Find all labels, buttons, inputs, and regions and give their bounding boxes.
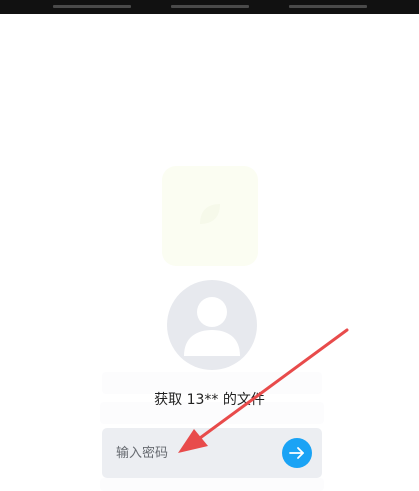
- top-tab-strip: [0, 0, 419, 14]
- password-input[interactable]: [116, 442, 266, 464]
- arrow-right-icon: [289, 447, 304, 459]
- faint-row: [100, 478, 324, 491]
- leaf-icon: [200, 204, 220, 224]
- top-tab-2[interactable]: [171, 5, 249, 8]
- faint-app-tile: [162, 166, 258, 266]
- submit-arrow-button[interactable]: [282, 438, 312, 468]
- password-field-container: [102, 428, 322, 478]
- file-owner-caption: 获取 13** 的文件: [154, 392, 265, 408]
- top-tab-1[interactable]: [53, 5, 131, 8]
- top-tab-3[interactable]: [289, 5, 367, 8]
- user-avatar-icon: [167, 280, 257, 370]
